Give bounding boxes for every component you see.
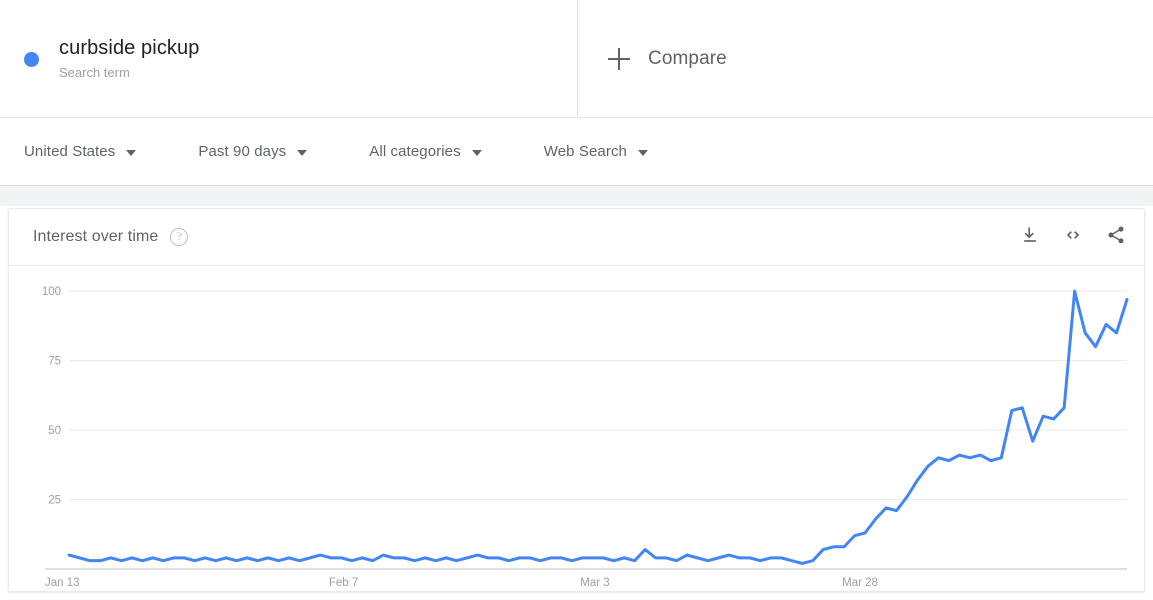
chart-line-series	[67, 289, 1129, 565]
x-axis-tick-label: Feb 7	[329, 577, 358, 589]
filter-category-label: All categories	[369, 143, 461, 160]
x-axis-tick-label: Mar 3	[580, 577, 609, 589]
search-term-texts: curbside pickup Search term	[59, 35, 199, 83]
embed-code-icon[interactable]	[1062, 225, 1084, 250]
compare-button[interactable]: Compare	[578, 0, 1153, 117]
download-icon[interactable]	[1020, 225, 1040, 250]
chart-svg: 25 50 75 100 Jan 13 Feb 7 Mar 3 Mar 28	[42, 286, 1129, 589]
chevron-down-icon	[297, 149, 308, 156]
interest-over-time-card: Interest over time ? 25 50 75 100 Jan 13 Feb…	[8, 208, 1145, 592]
filter-search-type[interactable]: Web Search	[544, 143, 648, 160]
help-circle-icon[interactable]: ?	[170, 228, 189, 246]
interest-over-time-chart: 25 50 75 100 Jan 13 Feb 7 Mar 3 Mar 28	[9, 266, 1144, 592]
plus-icon	[608, 47, 630, 70]
y-axis-tick-label: 75	[48, 356, 61, 368]
filter-search-type-label: Web Search	[543, 143, 627, 160]
chart-y-axis-labels: 25 50 75 100	[42, 286, 61, 506]
filters-bar: United States Past 90 days All categorie…	[0, 118, 1153, 186]
trends-page: curbside pickup Search term Compare Unit…	[0, 0, 1153, 600]
series-dot-icon	[24, 52, 39, 67]
chevron-down-icon	[126, 149, 137, 156]
search-term-type: Search term	[59, 64, 130, 80]
card-header: Interest over time ?	[9, 209, 1144, 266]
x-axis-tick-label: Mar 28	[842, 577, 878, 589]
background-gap	[0, 186, 1153, 206]
y-axis-tick-label: 25	[48, 495, 61, 507]
filter-time-range-label: Past 90 days	[198, 143, 287, 160]
chevron-down-icon	[471, 149, 482, 156]
compare-label: Compare	[648, 47, 727, 69]
card-actions	[1020, 225, 1126, 250]
filter-time-range[interactable]: Past 90 days	[198, 143, 308, 160]
y-axis-tick-label: 50	[48, 425, 61, 437]
filter-region-label: United States	[24, 143, 116, 160]
chevron-down-icon	[638, 149, 648, 156]
chart-gridlines	[45, 290, 1127, 570]
filter-category[interactable]: All categories	[369, 143, 482, 160]
search-terms-bar: curbside pickup Search term Compare	[0, 0, 1153, 118]
search-term-title: curbside pickup	[59, 36, 200, 59]
filter-region[interactable]: United States	[24, 143, 137, 160]
y-axis-tick-label: 100	[42, 286, 61, 298]
share-icon[interactable]	[1106, 225, 1126, 250]
x-axis-tick-label: Jan 13	[45, 577, 80, 589]
chart-x-axis-labels: Jan 13 Feb 7 Mar 3 Mar 28	[45, 577, 878, 589]
card-title: Interest over time	[33, 228, 159, 245]
search-term-card[interactable]: curbside pickup Search term	[0, 0, 578, 117]
